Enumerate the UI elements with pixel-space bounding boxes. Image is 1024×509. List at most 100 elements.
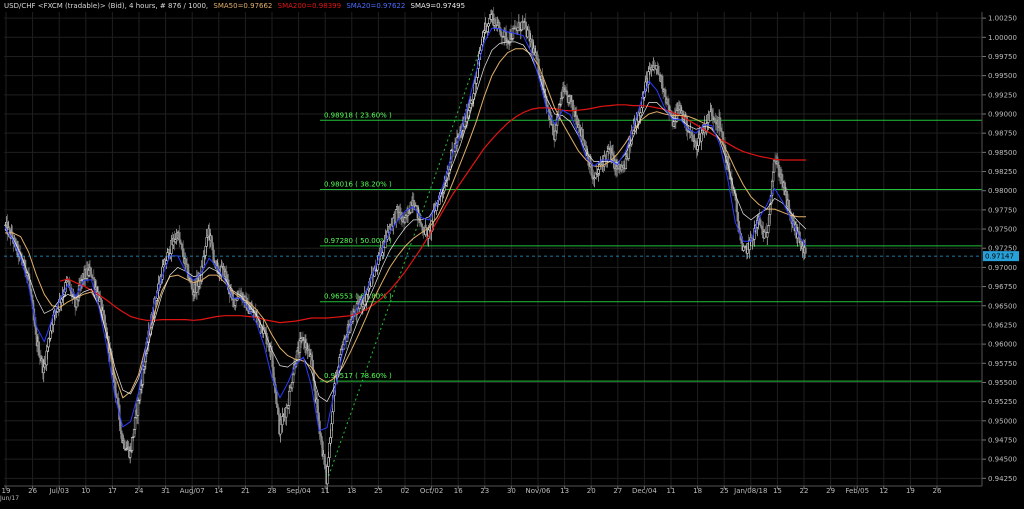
x-tick-label: 26 [28, 487, 37, 495]
candle-body [395, 209, 398, 223]
candle-body [672, 121, 676, 127]
candle-body [45, 350, 48, 366]
candle-body [331, 411, 334, 425]
y-tick-label: 0.96500 [988, 302, 1017, 310]
candle-body [291, 373, 295, 383]
candle-body [323, 453, 326, 465]
candle-body [487, 23, 490, 27]
candle-body [473, 82, 476, 94]
y-tick-label: 0.99750 [988, 53, 1017, 61]
candle-body [567, 96, 571, 103]
candle-body [597, 169, 600, 174]
candle-body [516, 26, 520, 31]
candle-body [120, 430, 123, 435]
candle-body [143, 361, 147, 367]
x-tick-label: Sep/04 [286, 487, 311, 495]
candle-body [271, 354, 274, 368]
x-tick-label: 11 [321, 487, 330, 495]
candle-body [87, 269, 91, 276]
candle-body [691, 135, 694, 141]
candle-body [328, 443, 331, 458]
candle-body [700, 132, 703, 142]
candle-body [162, 264, 165, 268]
candle-body [653, 65, 656, 69]
candle-body [267, 344, 270, 348]
candle-body [772, 160, 776, 173]
candle-body [186, 264, 190, 279]
candle-body [575, 115, 578, 125]
candle-body [776, 161, 780, 166]
x-tick-label: 19 [906, 487, 915, 495]
candle-body [735, 200, 738, 213]
candle-body [469, 103, 472, 108]
candle-body [123, 440, 126, 449]
x-tick-label: 15 [773, 487, 782, 495]
y-tick-label: 0.96000 [988, 341, 1017, 349]
x-tick-label: 29 [826, 487, 835, 495]
candle-body [211, 242, 214, 251]
candle-body [182, 248, 185, 258]
candle-body [618, 164, 622, 169]
candle-body [736, 211, 739, 222]
chart-title: USD/CHF <FXCM (tradable)> (Bid), 4 hours… [4, 2, 208, 10]
candle-body [639, 112, 642, 117]
candle-body [225, 271, 228, 281]
candle-body [696, 145, 699, 150]
candle-body [46, 346, 49, 352]
candle-body [132, 429, 136, 438]
candle-body [714, 118, 717, 123]
candle-body [181, 244, 184, 249]
fib-level-label: 0.97280 ( 50.00% ) [324, 237, 392, 245]
candle-body [718, 117, 722, 129]
candle-body [524, 21, 527, 28]
candle-body [490, 14, 493, 20]
candle-body [317, 412, 320, 422]
candle-body [766, 232, 769, 238]
candle-body [694, 140, 697, 144]
x-tick-label: 20 [587, 487, 596, 495]
candle-body [581, 128, 584, 140]
candle-body [571, 99, 575, 111]
candle-body [320, 436, 323, 442]
x-tick-label: 11 [667, 487, 676, 495]
x-tick-label: 12 [879, 487, 888, 495]
candle-body [114, 381, 117, 394]
candle-body [212, 249, 215, 262]
candle-body [295, 350, 299, 364]
x-tick-label: 14 [214, 487, 223, 495]
candle-body [761, 226, 764, 230]
candle-body [130, 437, 134, 451]
candle-body [403, 217, 407, 223]
y-tick-label: 0.99500 [988, 72, 1017, 80]
x-tick-label: 28 [268, 487, 277, 495]
candle-body [591, 174, 594, 179]
last-price-label: 0.97147 [985, 253, 1014, 261]
sma9-legend: SMA9=0.97495 [411, 2, 466, 10]
candle-body [47, 338, 50, 348]
candle-body [190, 283, 194, 290]
candle-body [205, 237, 208, 247]
price-chart[interactable]: 0.98918 ( 23.60% ) 0.98016 ( 38.20% ) 0.97… [0, 0, 1024, 509]
candle-body [179, 239, 182, 244]
candle-body [496, 25, 499, 29]
candle-body [530, 38, 533, 43]
candle-body [366, 289, 369, 295]
candle-body [421, 226, 424, 232]
candle-body [606, 151, 609, 161]
candle-body [381, 252, 384, 256]
x-tick-label: 31 [161, 487, 170, 495]
x-tick-label: Jan/08/18 [733, 487, 767, 495]
candle-body [657, 65, 660, 75]
x-tick-label: Jun/17 [0, 495, 19, 502]
candle-body [281, 416, 284, 426]
x-tick-label: Feb/05 [845, 487, 869, 495]
candle-body [210, 235, 213, 244]
candle-body [319, 433, 322, 437]
candle-body [339, 354, 342, 358]
candle-body [518, 22, 522, 31]
candle-body [481, 36, 484, 46]
candle-body [711, 109, 714, 117]
candle-body [327, 457, 330, 467]
candle-body [583, 140, 586, 146]
candle-body [526, 29, 529, 38]
